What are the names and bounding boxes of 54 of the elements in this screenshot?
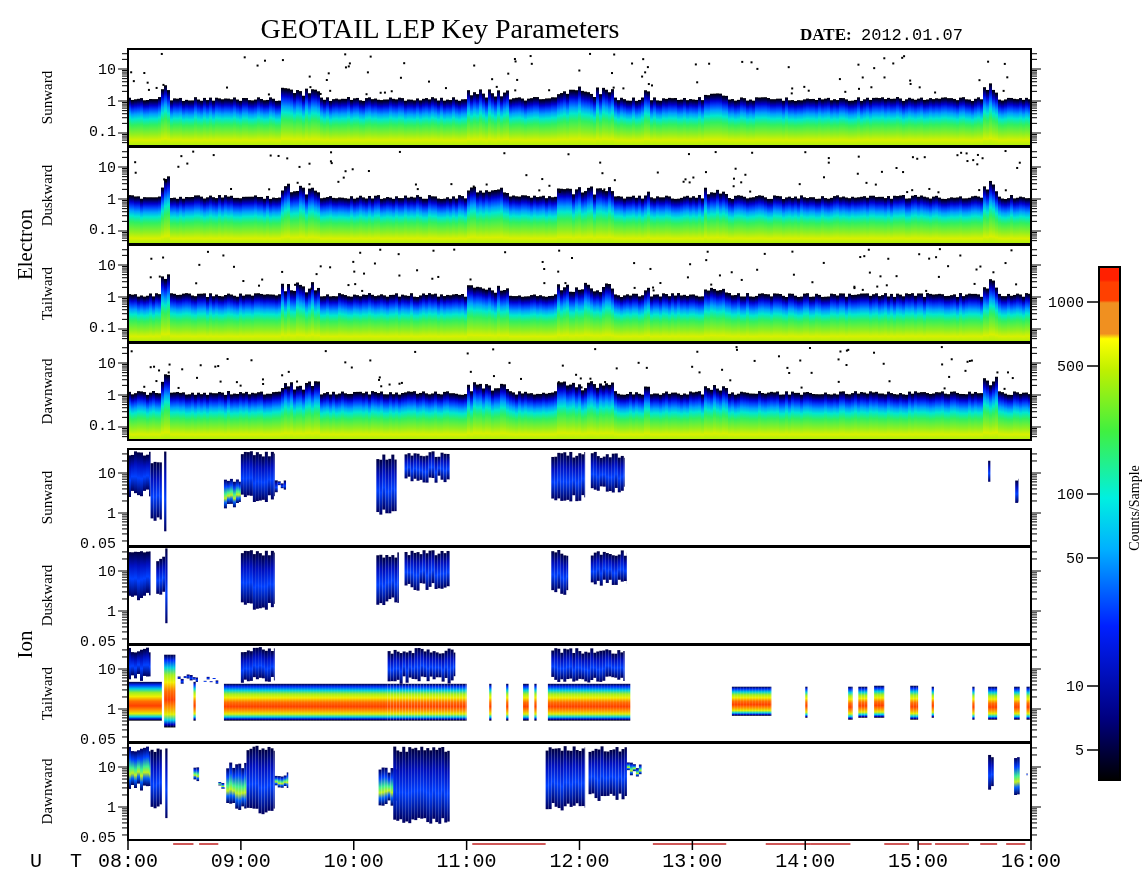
y-axis-tick-label: 0.1	[89, 320, 116, 337]
y-axis-tick-label: 1	[107, 604, 116, 621]
panel-label: Dawnward	[39, 358, 55, 425]
time-axis-tick-label: 11:00	[436, 850, 497, 873]
y-axis-tick-label: 0.1	[89, 418, 116, 435]
group-label: Electron	[13, 208, 37, 281]
plot-title: GEOTAIL LEP Key Parameters	[260, 13, 620, 44]
y-axis-tick-label: 1	[107, 290, 116, 307]
y-axis-tick-label: 10	[98, 356, 116, 373]
y-axis-tick-label: 0.05	[80, 634, 116, 651]
y-axis-tick-label: 1	[107, 800, 116, 817]
y-axis-tick-label: 10	[98, 564, 116, 581]
time-axis-label: U T	[30, 850, 90, 873]
date-label: DATE:	[800, 25, 852, 44]
y-axis-tick-label: 10	[98, 160, 116, 177]
color-scale-tick-label: 100	[1057, 487, 1084, 504]
y-axis-tick-label: 1	[107, 388, 116, 405]
color-scale-label: Counts/Sample	[1127, 465, 1142, 551]
color-scale-tick-label: 5	[1075, 743, 1084, 760]
panel-label: Sunward	[39, 470, 55, 525]
y-axis-tick-label: 0.1	[89, 222, 116, 239]
panel-label: Dawnward	[39, 758, 55, 825]
panel-label: Tailward	[39, 266, 55, 321]
y-axis-tick-label: 0.05	[80, 536, 116, 553]
time-axis-tick-label: 08:00	[98, 850, 158, 873]
y-axis-tick-label: 1	[107, 702, 116, 719]
y-axis-tick-label: 1	[107, 192, 116, 209]
panel-label: Sunward	[39, 70, 55, 125]
y-axis-tick-label: 1	[107, 94, 116, 111]
y-axis-tick-label: 1	[107, 506, 116, 523]
group-label: Ion	[13, 630, 37, 659]
y-axis-tick-label: 10	[98, 662, 116, 679]
y-axis-tick-label: 10	[98, 62, 116, 79]
color-scale-tick-label: 500	[1057, 359, 1084, 376]
y-axis-tick-label: 0.05	[80, 830, 116, 847]
time-axis-tick-label: 12:00	[549, 850, 610, 873]
y-axis-tick-label: 10	[98, 466, 116, 483]
panel-label: Duskward	[39, 164, 55, 227]
time-axis-tick-label: 10:00	[323, 850, 384, 873]
time-axis-tick-label: 16:00	[1001, 850, 1061, 873]
date-value: 2012.01.07	[861, 26, 964, 45]
y-axis-tick-label: 10	[98, 258, 116, 275]
time-axis-tick-label: 09:00	[210, 850, 271, 873]
panel-label: Tailward	[39, 666, 55, 721]
time-axis-tick-label: 14:00	[775, 850, 836, 873]
y-axis-tick-label: 0.1	[89, 124, 116, 141]
color-scale-tick-label: 10	[1066, 679, 1084, 696]
panel-label: Duskward	[39, 564, 55, 627]
y-axis-tick-label: 0.05	[80, 732, 116, 749]
color-scale-tick-label: 1000	[1048, 295, 1084, 312]
time-axis-tick-label: 13:00	[662, 850, 723, 873]
time-axis-tick-label: 15:00	[888, 850, 949, 873]
y-axis-tick-label: 10	[98, 760, 116, 777]
color-scale-tick-label: 50	[1066, 551, 1084, 568]
